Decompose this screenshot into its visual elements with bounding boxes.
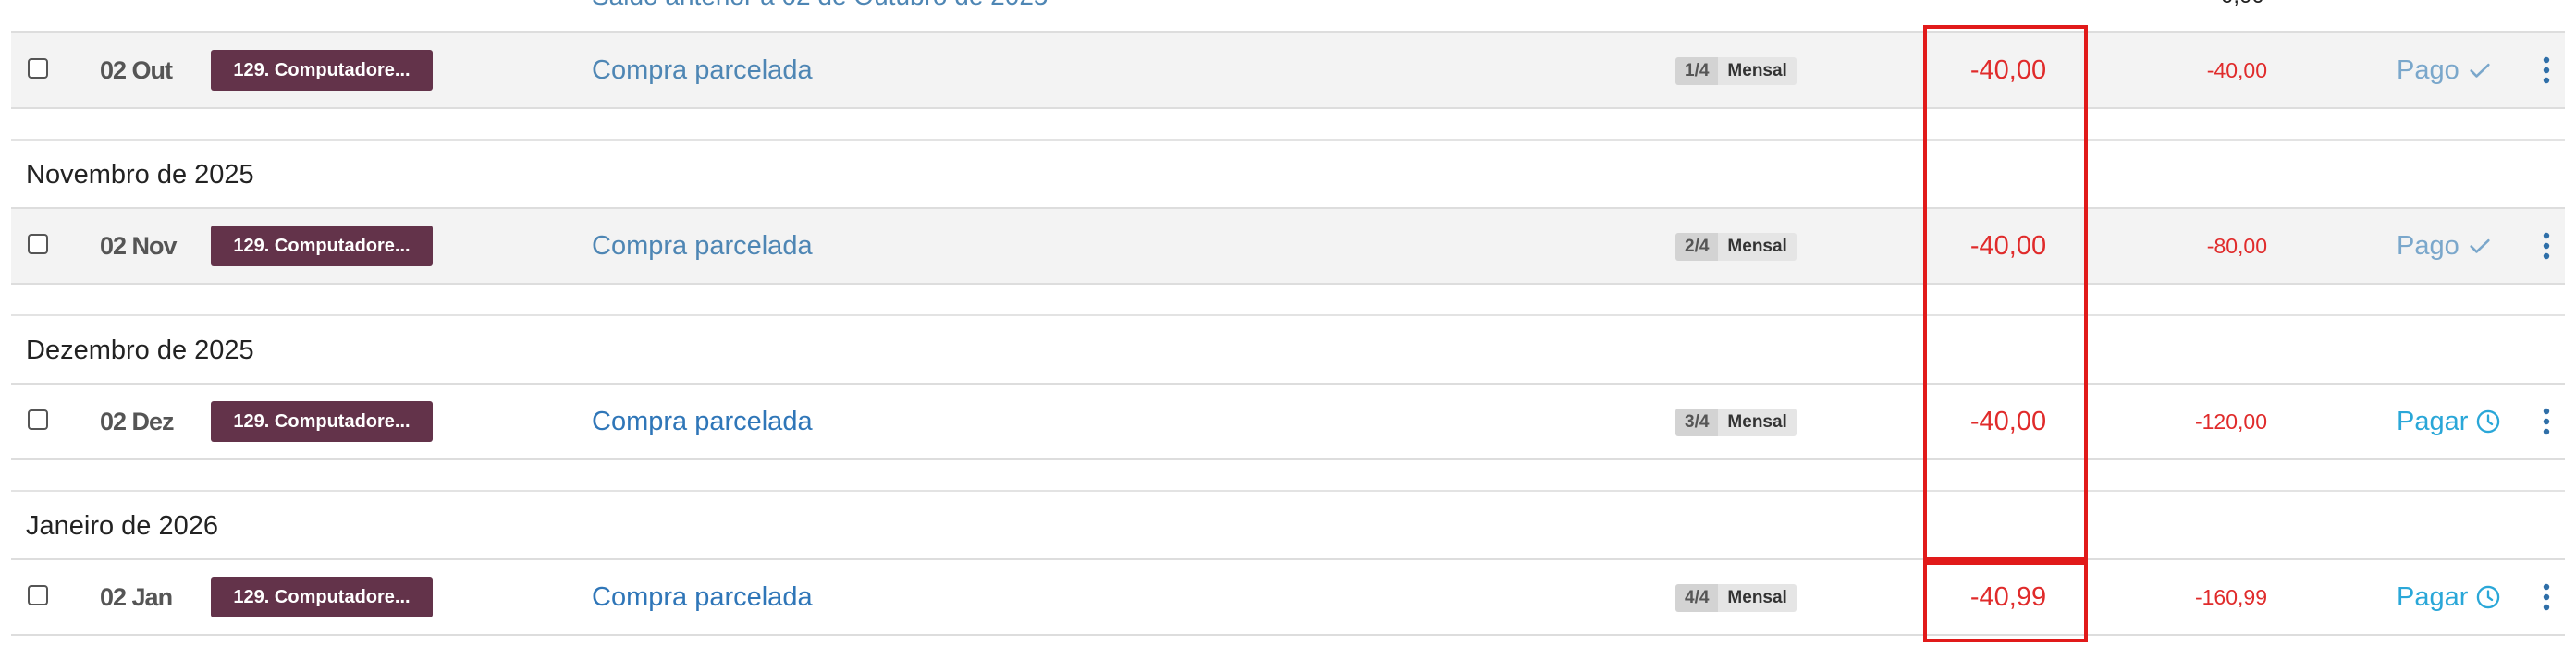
row-description[interactable]: Compra parcelada — [592, 560, 813, 634]
installment-frequency: Mensal — [1718, 57, 1797, 85]
previous-balance-value: 0,00 — [2221, 0, 2264, 11]
row-date: 02 Jan — [100, 583, 173, 611]
installment-count: 2/4 — [1675, 233, 1719, 261]
pay-button[interactable]: Pagar — [2397, 560, 2501, 634]
status-label: Pagar — [2397, 582, 2469, 612]
status-label: Pago — [2397, 231, 2459, 261]
row-description[interactable]: Compra parcelada — [592, 33, 813, 107]
row-balance: -40,00 — [2206, 58, 2267, 82]
row-description[interactable]: Compra parcelada — [592, 385, 813, 458]
row-checkbox[interactable] — [28, 409, 48, 430]
installment-frequency: Mensal — [1718, 584, 1797, 612]
table-row[interactable]: 02 Jan 129. Computadore... Compra parcel… — [11, 558, 2565, 636]
table-row[interactable]: 02 Out 129. Computadore... Compra parcel… — [11, 31, 2565, 109]
month-label: Janeiro de 2026 — [26, 511, 218, 541]
category-badge[interactable]: 129. Computadore... — [211, 50, 433, 91]
row-balance: -160,99 — [2194, 585, 2267, 609]
month-header: Janeiro de 2026 — [11, 490, 2565, 558]
amount-column-highlight — [1923, 25, 2088, 561]
more-options-icon[interactable] — [2537, 55, 2556, 85]
table-row[interactable]: 02 Dez 129. Computadore... Compra parcel… — [11, 383, 2565, 460]
installment-badge: 3/4 Mensal — [1675, 409, 1797, 436]
installment-count: 1/4 — [1675, 57, 1719, 85]
last-amount-highlight — [1923, 561, 2088, 642]
row-checkbox[interactable] — [28, 585, 48, 605]
status-label: Pagar — [2397, 407, 2469, 436]
previous-balance-label: Saldo anterior a 02 de Outubro de 2025 — [592, 0, 1048, 11]
clock-icon — [2477, 409, 2500, 434]
month-header: Dezembro de 2025 — [11, 314, 2565, 383]
row-date: 02 Nov — [100, 232, 178, 260]
row-checkbox[interactable] — [28, 58, 48, 79]
installment-count: 4/4 — [1675, 584, 1719, 612]
transactions-list: Saldo anterior a 02 de Outubro de 2025 0… — [11, 0, 2565, 660]
month-header: Novembro de 2025 — [11, 139, 2565, 207]
month-label: Dezembro de 2025 — [26, 336, 254, 365]
table-row[interactable]: 02 Nov 129. Computadore... Compra parcel… — [11, 207, 2565, 285]
row-date: 02 Out — [100, 56, 173, 84]
row-date: 02 Dez — [100, 408, 175, 435]
more-options-icon[interactable] — [2537, 582, 2556, 612]
installment-frequency: Mensal — [1718, 409, 1797, 436]
status-paid-button[interactable]: Pago — [2397, 209, 2493, 283]
more-options-icon[interactable] — [2537, 231, 2556, 261]
installment-badge: 4/4 Mensal — [1675, 584, 1797, 612]
pay-button[interactable]: Pagar — [2397, 385, 2501, 458]
status-label: Pago — [2397, 55, 2459, 85]
installment-badge: 2/4 Mensal — [1675, 233, 1797, 261]
installment-badge: 1/4 Mensal — [1675, 57, 1797, 85]
check-icon — [2470, 238, 2490, 253]
row-balance: -120,00 — [2194, 409, 2267, 434]
installment-frequency: Mensal — [1718, 233, 1797, 261]
more-options-icon[interactable] — [2537, 407, 2556, 436]
category-badge[interactable]: 129. Computadore... — [211, 401, 433, 442]
category-badge[interactable]: 129. Computadore... — [211, 577, 433, 617]
row-balance: -80,00 — [2206, 234, 2267, 258]
status-paid-button[interactable]: Pago — [2397, 33, 2493, 107]
check-icon — [2470, 63, 2490, 78]
category-badge[interactable]: 129. Computadore... — [211, 226, 433, 266]
row-checkbox[interactable] — [28, 234, 48, 254]
clock-icon — [2477, 585, 2500, 609]
month-label: Novembro de 2025 — [26, 160, 254, 189]
installment-count: 3/4 — [1675, 409, 1719, 436]
row-description[interactable]: Compra parcelada — [592, 209, 813, 283]
